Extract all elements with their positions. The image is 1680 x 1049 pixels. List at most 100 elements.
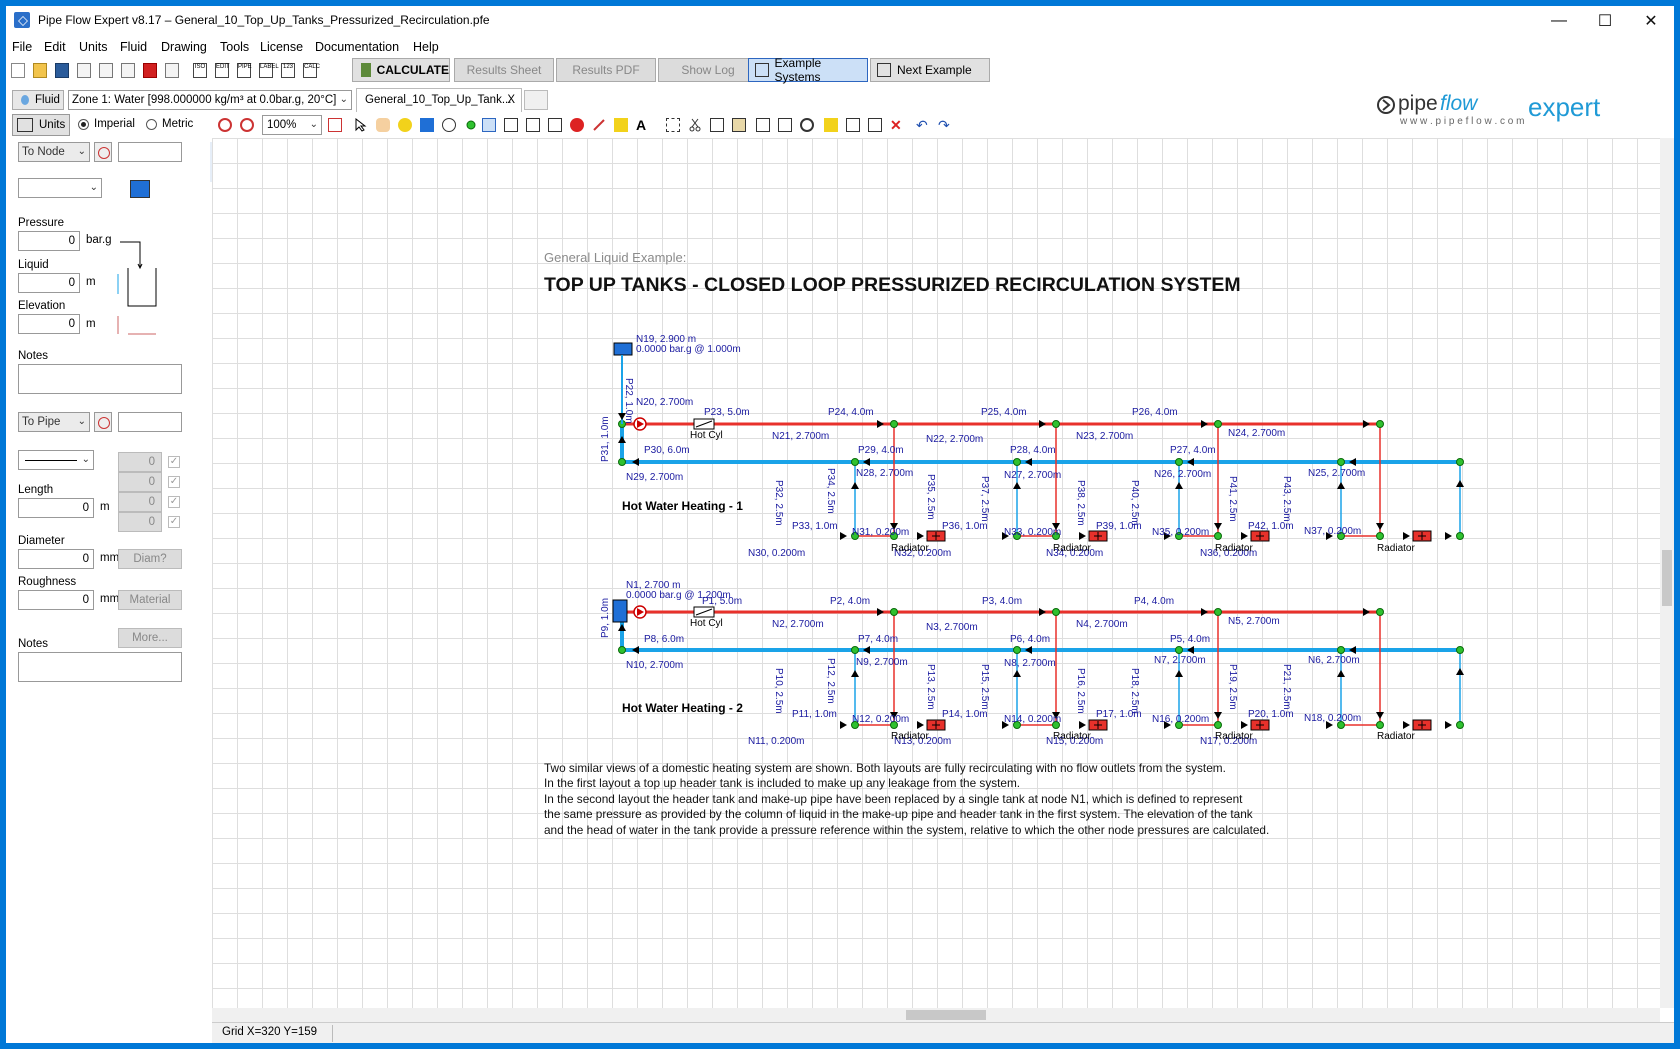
node-select-dropdown[interactable]: To Node ⌄ xyxy=(18,142,90,162)
new-tab-button[interactable] xyxy=(524,90,548,110)
menu-tools[interactable]: Tools xyxy=(220,40,249,54)
results-sheet-button[interactable]: Results Sheet xyxy=(454,58,554,82)
iso-icon[interactable]: ISO xyxy=(192,62,210,80)
menu-fluid[interactable]: Fluid xyxy=(120,40,147,54)
find-icon[interactable] xyxy=(800,118,814,132)
roughness-field[interactable]: 0 xyxy=(18,590,94,610)
calc-icon[interactable]: CALC xyxy=(302,62,320,80)
pen-icon[interactable] xyxy=(592,118,606,132)
node-marker[interactable] xyxy=(1013,646,1021,654)
document-tab[interactable]: General_10_Top_Up_Tank... X xyxy=(356,88,522,112)
imperial-radio[interactable] xyxy=(78,119,89,130)
node-marker[interactable] xyxy=(1337,458,1345,466)
menu-license[interactable]: License xyxy=(260,40,303,54)
node-notes-field[interactable] xyxy=(18,364,182,394)
email-icon[interactable] xyxy=(76,62,94,80)
number-icon[interactable]: 123 xyxy=(280,62,298,80)
node-marker[interactable] xyxy=(1052,420,1060,428)
node-marker[interactable] xyxy=(851,458,859,466)
fitting-count-2[interactable]: 0 xyxy=(118,472,162,492)
next-example-button[interactable]: Next Example xyxy=(870,58,990,82)
save-icon[interactable] xyxy=(54,62,72,80)
node-marker[interactable] xyxy=(1456,458,1464,466)
node-marker[interactable] xyxy=(1456,721,1464,729)
node-type-dropdown[interactable]: ⌄ xyxy=(18,178,102,198)
pipe-notes-field[interactable] xyxy=(18,652,182,682)
node-marker[interactable] xyxy=(1376,420,1384,428)
pipe-icon[interactable]: PIPE xyxy=(236,62,254,80)
fitting-checkbox-4[interactable]: ✓ xyxy=(168,516,180,528)
select-area-icon[interactable] xyxy=(666,118,680,132)
node-marker[interactable] xyxy=(1376,608,1384,616)
zoom-out-icon[interactable] xyxy=(218,118,232,132)
pipe-name-field[interactable] xyxy=(118,412,182,432)
tab-close-icon[interactable]: X xyxy=(507,89,515,111)
material-button[interactable]: Material xyxy=(118,590,182,610)
menu-help[interactable]: Help xyxy=(413,40,439,54)
more-button[interactable]: More... xyxy=(118,628,182,648)
pointer-icon[interactable] xyxy=(354,117,368,132)
liquid-field[interactable]: 0 xyxy=(18,273,80,293)
move-icon[interactable] xyxy=(398,118,412,132)
node-name-field[interactable] xyxy=(118,142,182,162)
vertical-scroll-thumb[interactable] xyxy=(1662,550,1672,606)
vertical-scrollbar[interactable] xyxy=(1660,138,1674,1008)
zoom-dropdown[interactable]: 100% ⌄ xyxy=(262,115,322,135)
close-button[interactable]: ✕ xyxy=(1628,6,1674,36)
pipe-target-button[interactable] xyxy=(94,412,112,432)
line-style-dropdown[interactable]: ⌄ xyxy=(18,450,94,470)
menu-drawing[interactable]: Drawing xyxy=(161,40,207,54)
node-marker[interactable] xyxy=(1175,646,1183,654)
copy-icon[interactable] xyxy=(710,118,724,132)
redo-icon[interactable]: ↷ xyxy=(938,118,952,132)
fitting-count-3[interactable]: 0 xyxy=(118,492,162,512)
node-marker[interactable] xyxy=(851,646,859,654)
image-icon[interactable] xyxy=(526,118,540,132)
diameter-field[interactable]: 0 xyxy=(18,549,94,569)
zoom-in-icon[interactable] xyxy=(240,118,254,132)
node-target-button[interactable] xyxy=(94,142,112,162)
distribute-icon[interactable] xyxy=(868,118,882,132)
target-icon[interactable] xyxy=(328,118,342,132)
node-marker[interactable] xyxy=(618,646,626,654)
fitting-checkbox-1[interactable]: ✓ xyxy=(168,456,180,468)
node-marker[interactable] xyxy=(1376,721,1384,729)
fitting-checkbox-3[interactable]: ✓ xyxy=(168,496,180,508)
drawing-canvas[interactable]: General Liquid Example: TOP UP TANKS - C… xyxy=(212,138,1660,1008)
pdf-icon[interactable] xyxy=(142,62,160,80)
export-icon[interactable] xyxy=(98,62,116,80)
fitting-count-1[interactable]: 0 xyxy=(118,452,162,472)
hand-icon[interactable] xyxy=(376,118,390,132)
node-marker[interactable] xyxy=(1214,420,1222,428)
node-icon[interactable] xyxy=(464,118,478,132)
align-icon[interactable] xyxy=(846,118,860,132)
tank-icon[interactable] xyxy=(130,180,150,198)
results-pdf-button[interactable]: Results PDF xyxy=(556,58,656,82)
node-marker[interactable] xyxy=(890,420,898,428)
node-marker[interactable] xyxy=(1214,532,1222,540)
open-folder-icon[interactable] xyxy=(32,62,50,80)
fluid-button[interactable]: Fluid xyxy=(12,90,64,110)
node-marker[interactable] xyxy=(1175,458,1183,466)
horizontal-scrollbar[interactable] xyxy=(212,1008,1660,1022)
node-marker[interactable] xyxy=(618,458,626,466)
paste-icon[interactable] xyxy=(732,118,746,132)
node-marker[interactable] xyxy=(1013,458,1021,466)
pump-icon[interactable] xyxy=(570,118,584,132)
example-systems-button[interactable]: Example Systems xyxy=(748,56,868,84)
menu-edit[interactable]: Edit xyxy=(44,40,66,54)
calculate-button[interactable]: CALCULATE xyxy=(352,58,450,82)
diameter-button[interactable]: Diam? xyxy=(118,549,182,569)
new-file-icon[interactable] xyxy=(10,62,28,80)
fluid-zone-dropdown[interactable]: Zone 1: Water [998.000000 kg/m³ at 0.0ba… xyxy=(68,90,352,110)
horizontal-scroll-thumb[interactable] xyxy=(906,1010,986,1020)
flip-icon[interactable] xyxy=(778,118,792,132)
menu-file[interactable]: File xyxy=(12,40,32,54)
units-button[interactable]: Units xyxy=(12,114,70,136)
node-marker[interactable] xyxy=(1456,532,1464,540)
node-marker[interactable] xyxy=(890,608,898,616)
component-icon[interactable] xyxy=(442,118,456,132)
pipe-select-dropdown[interactable]: To Pipe ⌄ xyxy=(18,412,90,432)
highlight-icon[interactable] xyxy=(824,118,838,132)
length-field[interactable]: 0 xyxy=(18,498,94,518)
